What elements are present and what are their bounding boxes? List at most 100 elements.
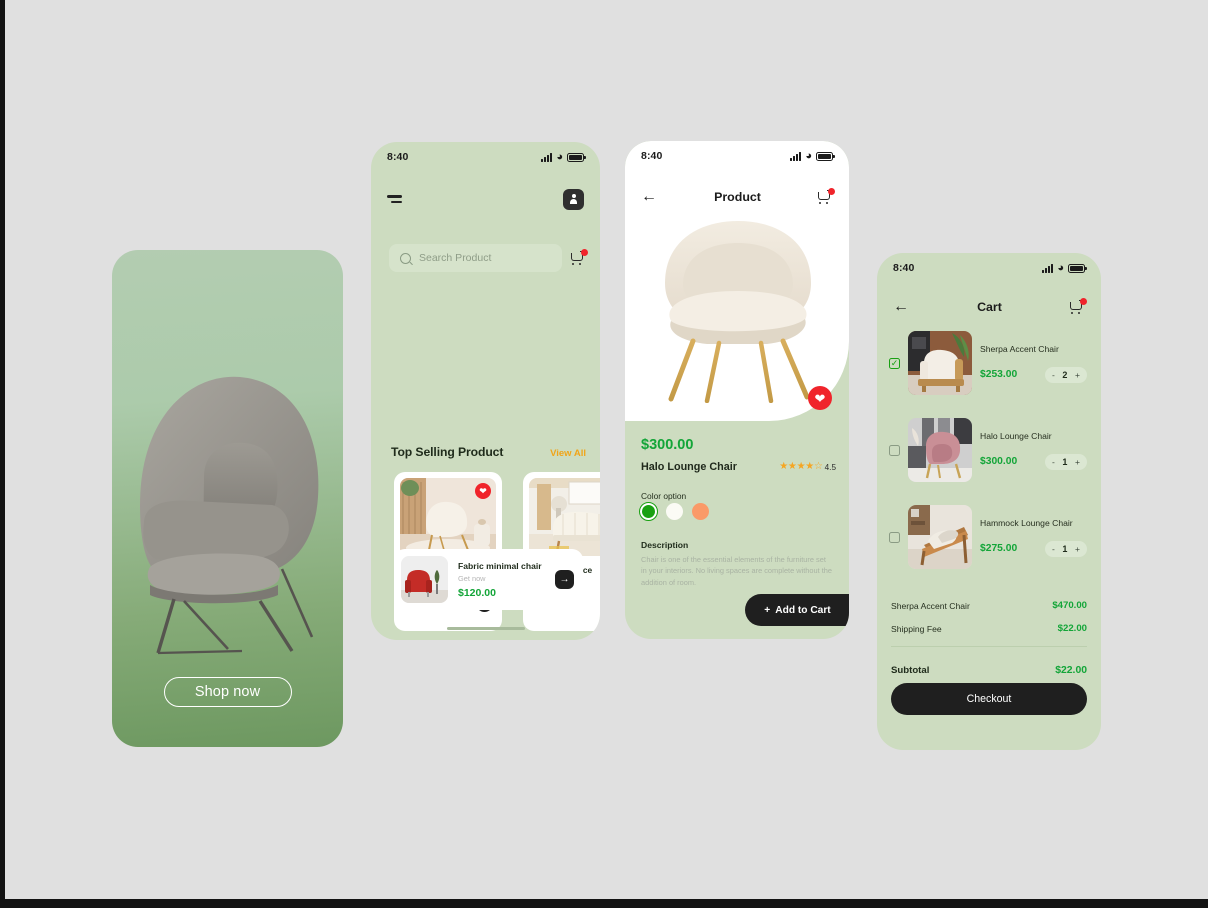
product-hero-image: [665, 221, 811, 403]
item-price: $253.00: [980, 369, 1018, 380]
cart-icon[interactable]: [1070, 298, 1087, 314]
star-icon: ★: [779, 461, 788, 472]
decrement-button[interactable]: -: [1052, 544, 1055, 554]
checkout-button[interactable]: Checkout: [891, 683, 1087, 715]
description-title: Description: [641, 540, 689, 550]
status-clock: 8:40: [387, 151, 409, 163]
top-selling-header: Top Selling Product View All: [391, 445, 586, 459]
signal-icon: [789, 151, 802, 161]
item-checkbox[interactable]: [889, 531, 900, 543]
summary-value: $22.00: [1057, 623, 1087, 634]
view-all-button[interactable]: View All: [550, 448, 586, 459]
quantity-value: 1: [1062, 543, 1068, 554]
wifi-icon: ◕: [556, 150, 563, 163]
color-swatch-white[interactable]: [666, 503, 683, 520]
quantity-stepper[interactable]: - 2 +: [1045, 366, 1087, 383]
increment-button[interactable]: +: [1075, 457, 1080, 467]
cart-screen: 8:40 ◕ ← Cart ✓ Sherpa Accent Chair $253…: [877, 253, 1101, 750]
description-body: Chair is one of the essential elements o…: [641, 555, 833, 587]
item-thumbnail: [908, 331, 972, 395]
search-icon: [400, 252, 411, 264]
cart-item[interactable]: ✓ Sherpa Accent Chair $253.00 - 2 +: [889, 331, 1089, 395]
home-search-row: Search Product: [389, 244, 588, 272]
summary-row: Shipping Fee $22.00: [891, 623, 1087, 634]
star-outline-icon: ☆: [813, 461, 823, 472]
color-swatch-green[interactable]: [639, 502, 658, 521]
subtotal-label: Subtotal: [891, 665, 930, 676]
star-icon: ★: [787, 461, 797, 472]
item-name: Halo Lounge Chair: [980, 430, 1052, 441]
add-to-cart-label: Add to Cart: [775, 604, 831, 616]
status-bar: 8:40 ◕: [625, 141, 849, 171]
favorite-icon[interactable]: ❤: [808, 386, 832, 410]
item-checkbox[interactable]: [889, 444, 900, 456]
item-name: Hammock Lounge Chair: [980, 517, 1073, 528]
cart-item[interactable]: Halo Lounge Chair $300.00 - 1 +: [889, 418, 1089, 482]
divider: [891, 646, 1087, 647]
search-input[interactable]: Search Product: [389, 244, 562, 272]
product-name-row: Halo Lounge Chair ★ ★ ★ ★ ☆ 4.5: [641, 461, 836, 473]
battery-icon: [1068, 263, 1087, 273]
home-indicator: [446, 626, 525, 630]
signal-icon: [1041, 263, 1054, 273]
quantity-value: 1: [1062, 456, 1068, 467]
subtotal-row: Subtotal $22.00: [891, 665, 1087, 676]
status-clock: 8:40: [641, 150, 663, 162]
summary-row: Sherpa Accent Chair $470.00: [891, 600, 1087, 611]
item-price: $275.00: [980, 543, 1018, 554]
status-bar: 8:40 ◕: [371, 142, 600, 172]
section-title: Top Selling Product: [391, 445, 504, 459]
quantity-stepper[interactable]: - 1 +: [1045, 453, 1087, 470]
color-swatches: [639, 502, 709, 521]
product-thumbnail: ❤: [400, 478, 496, 556]
summary-value: $470.00: [1052, 600, 1087, 611]
splash-screen: Shop now: [112, 250, 343, 747]
shop-now-button[interactable]: Shop now: [163, 677, 292, 707]
quantity-stepper[interactable]: - 1 +: [1045, 540, 1087, 557]
battery-icon: [816, 151, 835, 161]
decrement-button[interactable]: -: [1052, 370, 1055, 380]
product-thumbnail: [401, 556, 448, 603]
increment-button[interactable]: +: [1075, 544, 1080, 554]
product-detail-screen: 8:40 ◕ ← Product ❤ $300.00 Halo Lounge C…: [625, 141, 849, 639]
product-price: $120.00: [458, 586, 496, 599]
back-arrow-icon[interactable]: ←: [893, 299, 909, 315]
signal-icon: [540, 152, 553, 162]
battery-icon: [567, 152, 586, 162]
person-icon[interactable]: [563, 188, 584, 210]
item-thumbnail: [908, 505, 972, 569]
most-viewed-card[interactable]: Fabric minimal chair Get now $120.00 →: [394, 549, 583, 610]
add-to-cart-button[interactable]: + Add to Cart: [745, 594, 849, 626]
rating: ★ ★ ★ ★ ☆ 4.5: [779, 462, 836, 472]
plus-icon: +: [764, 604, 771, 616]
color-option-label: Color option: [641, 491, 687, 501]
wifi-icon: ◕: [1057, 261, 1064, 274]
search-placeholder: Search Product: [419, 252, 492, 264]
item-thumbnail: [908, 418, 972, 482]
rating-value: 4.5: [824, 462, 836, 472]
color-swatch-orange[interactable]: [692, 503, 709, 520]
product-top-bar: ← Product: [625, 185, 849, 209]
star-icon: ★: [805, 461, 814, 472]
back-arrow-icon[interactable]: ←: [641, 189, 657, 205]
cart-top-bar: ← Cart: [877, 295, 1101, 319]
home-top-bar: [371, 184, 600, 214]
page-title: Product: [714, 190, 761, 204]
page-title: Cart: [977, 300, 1002, 314]
hamburger-icon[interactable]: [387, 195, 402, 203]
item-name: Sherpa Accent Chair: [980, 343, 1059, 354]
summary-label: Shipping Fee: [891, 623, 942, 634]
decrement-button[interactable]: -: [1052, 457, 1055, 467]
go-to-product-button[interactable]: →: [555, 570, 574, 589]
mockup-canvas: Shop now 8:40 ◕ Search Product Top Selli…: [0, 0, 1208, 908]
cart-icon[interactable]: [571, 249, 588, 265]
item-checkbox[interactable]: ✓: [889, 357, 900, 369]
star-icon: ★: [796, 461, 806, 472]
product-price: $300.00: [641, 437, 694, 453]
product-name: Fabric minimal chair: [458, 560, 542, 571]
cart-icon[interactable]: [818, 188, 835, 204]
favorite-icon[interactable]: ❤: [475, 483, 491, 499]
wifi-icon: ◕: [805, 149, 812, 162]
increment-button[interactable]: +: [1075, 370, 1080, 380]
cart-item[interactable]: Hammock Lounge Chair $275.00 - 1 +: [889, 505, 1089, 569]
